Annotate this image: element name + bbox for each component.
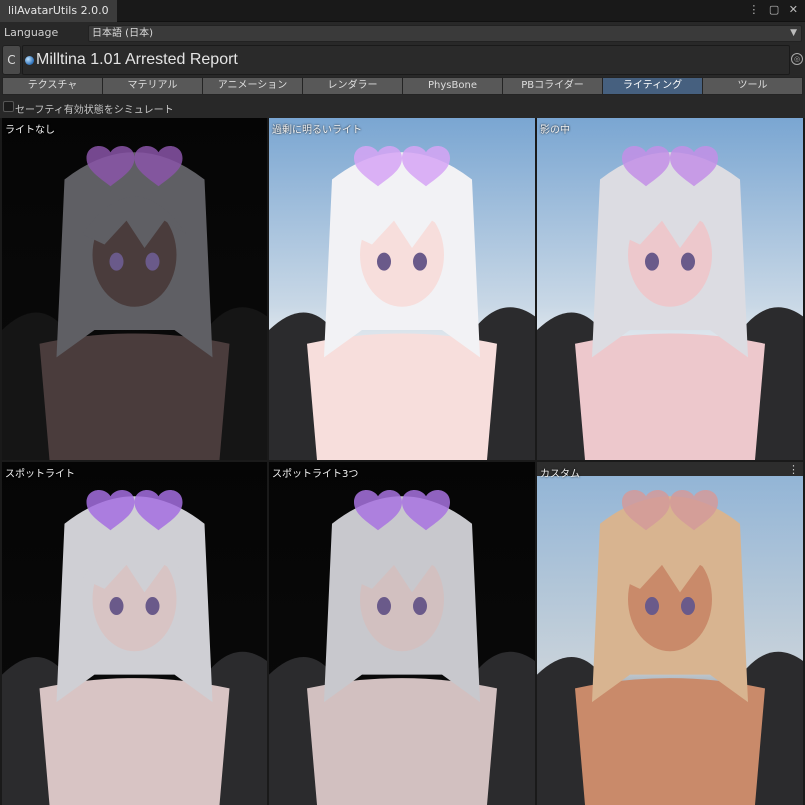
refresh-button[interactable]: C bbox=[2, 45, 21, 75]
avatar-eye-right bbox=[681, 252, 695, 271]
avatar-row: C Milltina 1.01 Arrested Report ◎ bbox=[0, 44, 805, 76]
avatar-body bbox=[307, 678, 497, 805]
avatar-body bbox=[575, 333, 765, 460]
preview-label: カスタム bbox=[540, 469, 580, 480]
window-controls-icon[interactable]: ⋮ ▢ ✕ bbox=[748, 3, 801, 16]
lilavatarutils-window: lilAvatarUtils 2.0.0 ⋮ ▢ ✕ Language 日本語 … bbox=[0, 0, 805, 805]
avatar-body bbox=[307, 333, 497, 460]
safety-label: セーフティ有効状態をシミュレート bbox=[15, 105, 174, 116]
safety-row: セーフティ有効状態をシミュレート bbox=[0, 97, 805, 117]
tab-animation[interactable]: アニメーション bbox=[202, 77, 302, 95]
avatar-eye-left bbox=[109, 597, 124, 616]
avatar-eye-left bbox=[645, 597, 659, 616]
title-bar: lilAvatarUtils 2.0.0 ⋮ ▢ ✕ bbox=[0, 0, 805, 22]
tab-lighting[interactable]: ライティング bbox=[602, 77, 702, 95]
tab-renderer[interactable]: レンダラー bbox=[302, 77, 402, 95]
avatar-eye-right bbox=[145, 252, 160, 271]
preview-label: 影の中 bbox=[540, 125, 570, 136]
avatar-object-field[interactable]: Milltina 1.01 Arrested Report bbox=[22, 45, 790, 75]
avatar-preview-image bbox=[2, 462, 267, 805]
preview-panel: 影の中 bbox=[537, 118, 803, 460]
tab-tools[interactable]: ツール bbox=[702, 77, 803, 95]
tab-pb-collider[interactable]: PBコライダー bbox=[502, 77, 602, 95]
tab-texture[interactable]: テクスチャ bbox=[2, 77, 102, 95]
avatar-body bbox=[39, 333, 230, 460]
avatar-preview-image bbox=[537, 118, 803, 460]
avatar-eye-left bbox=[377, 252, 391, 271]
avatar-preview-image bbox=[269, 118, 535, 460]
preview-panel: 過剰に明るいライト bbox=[269, 118, 535, 460]
avatar-body bbox=[39, 678, 230, 805]
language-value: 日本語 (日本) bbox=[92, 28, 153, 39]
avatar-eye-right bbox=[413, 597, 427, 616]
avatar-preview-image bbox=[2, 118, 267, 460]
avatar-eye-right bbox=[413, 252, 427, 271]
language-row: Language 日本語 (日本) ▼ bbox=[0, 23, 805, 43]
avatar-preview-image bbox=[269, 462, 535, 805]
preview-label: スポットライト bbox=[5, 469, 75, 480]
tab-bar: テクスチャ マテリアル アニメーション レンダラー PhysBone PBコライ… bbox=[2, 77, 803, 95]
preview-label: 過剰に明るいライト bbox=[272, 125, 362, 136]
object-picker-icon[interactable]: ◎ bbox=[791, 53, 803, 65]
chevron-down-icon: ▼ bbox=[790, 28, 797, 38]
avatar-eye-right bbox=[145, 597, 160, 616]
avatar-name: Milltina 1.01 Arrested Report bbox=[36, 51, 238, 68]
preview-panel: ライトなし bbox=[2, 118, 267, 460]
safety-checkbox[interactable] bbox=[3, 101, 14, 112]
prefab-icon bbox=[25, 56, 34, 65]
preview-label: ライトなし bbox=[5, 125, 55, 136]
language-dropdown[interactable]: 日本語 (日本) ▼ bbox=[88, 25, 802, 42]
avatar-eye-right bbox=[681, 597, 695, 616]
preview-panel: スポットライト bbox=[2, 462, 267, 805]
window-tab-title[interactable]: lilAvatarUtils 2.0.0 bbox=[0, 0, 117, 22]
tab-physbone[interactable]: PhysBone bbox=[402, 77, 502, 95]
avatar-eye-left bbox=[645, 252, 659, 271]
preview-label: スポットライト3つ bbox=[272, 469, 359, 480]
kebab-menu-icon[interactable]: ⋮ bbox=[788, 463, 799, 476]
avatar-eye-left bbox=[109, 252, 124, 271]
preview-panel: カスタム ⋮ bbox=[537, 462, 803, 805]
preview-panel: スポットライト3つ bbox=[269, 462, 535, 805]
avatar-eye-left bbox=[377, 597, 391, 616]
lighting-preview-grid: ライトなし 過剰に明るいライト 影の中 スポットライト スポットライト3つ カス… bbox=[0, 118, 805, 805]
tab-material[interactable]: マテリアル bbox=[102, 77, 202, 95]
avatar-body bbox=[575, 678, 765, 805]
avatar-preview-image bbox=[537, 462, 803, 805]
language-label: Language bbox=[4, 26, 59, 39]
